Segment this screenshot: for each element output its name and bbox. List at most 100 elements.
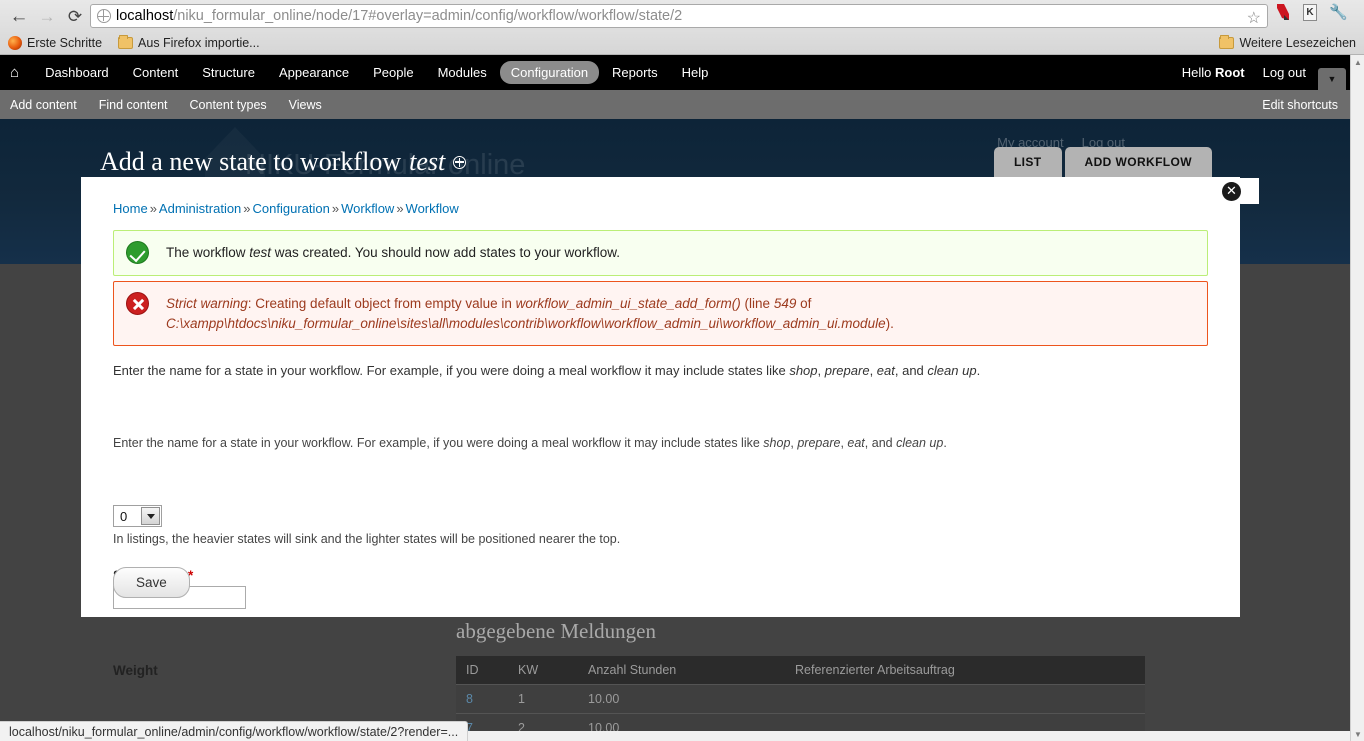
greeting: Hello Root [1182, 65, 1245, 80]
vertical-scrollbar[interactable]: ▲ ▼ [1350, 55, 1364, 741]
weight-select[interactable]: 0 [113, 505, 162, 527]
error-line-number: 549 [773, 296, 797, 311]
bookmark-star-icon[interactable]: ☆ [1247, 8, 1261, 28]
toolbar-item-content[interactable]: Content [122, 61, 190, 84]
state-name-description: Enter the name for a state in your workf… [113, 436, 947, 450]
throbber-icon [453, 155, 467, 169]
tab-add-workflow[interactable]: ADD WORKFLOW [1064, 147, 1212, 178]
url-bar[interactable]: localhost/niku_formular_online/node/17#o… [90, 4, 1268, 28]
check-circle-icon [126, 241, 150, 265]
shortcut-find-content[interactable]: Find content [99, 98, 168, 112]
status-message: The workflow test was created. You shoul… [113, 230, 1208, 276]
breadcrumb-separator: » [149, 201, 157, 216]
column-header-id: ID [456, 656, 508, 685]
cell-hours: 10.00 [578, 684, 785, 714]
error-message-text: Strict warning: Creating default object … [166, 292, 894, 335]
url-path: /niku_formular_online/node/17#overlay=ad… [173, 8, 683, 24]
weight-select-value: 0 [120, 508, 128, 524]
breadcrumb-configuration[interactable]: Configuration [253, 201, 330, 216]
kaspersky-icon[interactable] [1276, 3, 1291, 21]
user-name: Root [1215, 65, 1245, 80]
desc-em-prepare: prepare [797, 436, 841, 450]
tab-list[interactable]: LIST [993, 147, 1062, 178]
bookmarks-bar: Erste Schritte Aus Firefox importie... W… [0, 32, 1364, 54]
bookmark-item[interactable]: Erste Schritte [8, 36, 102, 50]
intro-em-eat: eat [876, 363, 895, 378]
greeting-prefix: Hello [1181, 65, 1216, 80]
column-header-workorder: Referenzierter Arbeitsauftrag [785, 656, 1145, 685]
error-text-c: of [796, 296, 812, 311]
desc-em-cleanup: clean up [896, 436, 944, 450]
back-arrow-icon[interactable]: ← [6, 4, 32, 28]
toolbar-item-appearance[interactable]: Appearance [268, 61, 360, 84]
shortcuts-bar: Add content Find content Content types V… [0, 90, 1350, 119]
other-bookmarks[interactable]: Weitere Lesezeichen [1219, 35, 1356, 50]
table-row: 8 1 10.00 [456, 684, 1145, 714]
status-message-text: The workflow test was created. You shoul… [166, 241, 620, 263]
toolbar-item-dashboard[interactable]: Dashboard [34, 61, 120, 84]
overlay-close-button[interactable]: ✕ [1219, 178, 1259, 204]
wrench-icon[interactable]: 🔧 [1329, 3, 1348, 21]
toolbar-item-structure[interactable]: Structure [191, 61, 266, 84]
browser-nav-row: ← → ⟳ localhost/niku_formular_online/nod… [0, 0, 1364, 32]
page-title-emphasis: test [409, 147, 446, 176]
intro-em-cleanup: clean up [927, 363, 977, 378]
error-file-path: C:\xampp\htdocs\niku_formular_online\sit… [166, 316, 886, 332]
folder-icon [1219, 35, 1235, 49]
shortcut-content-types[interactable]: Content types [190, 98, 267, 112]
breadcrumb-separator: » [331, 201, 340, 216]
desc-em-shop: shop [763, 436, 791, 450]
bookmark-label: Aus Firefox importie... [138, 36, 260, 50]
breadcrumb-administration[interactable]: Administration [159, 201, 241, 216]
breadcrumb-workflow[interactable]: Workflow [341, 201, 394, 216]
error-text-end: ). [885, 316, 894, 332]
admin-toolbar: ⌂ Dashboard Content Structure Appearance… [0, 55, 1350, 90]
home-icon[interactable]: ⌂ [10, 64, 19, 81]
caret-down-icon[interactable] [141, 507, 160, 525]
breadcrumb: Home» Administration» Configuration» Workfl… [113, 201, 459, 216]
toolbar-item-modules[interactable]: Modules [427, 61, 498, 84]
screen: ← → ⟳ localhost/niku_formular_online/nod… [0, 0, 1364, 741]
overlay-dialog: ✕ Home» Administration» Configuration» Work… [81, 177, 1259, 678]
forward-arrow-icon[interactable]: → [34, 4, 60, 28]
shortcut-views[interactable]: Views [289, 98, 322, 112]
bookmark-label: Erste Schritte [27, 36, 103, 50]
error-text-b: (line [740, 296, 774, 311]
logout-link[interactable]: Log out [1263, 65, 1306, 80]
overlay-tabs: LIST ADD WORKFLOW [993, 147, 1212, 178]
weight-label: Weight [113, 663, 158, 678]
bookmark-item[interactable]: Aus Firefox importie... [118, 35, 260, 50]
intro-em-prepare: prepare [824, 363, 870, 378]
desc-em-eat: eat [847, 436, 865, 450]
breadcrumb-workflow-2[interactable]: Workflow [406, 201, 459, 216]
toolbar-item-people[interactable]: People [362, 61, 424, 84]
reload-icon[interactable]: ⟳ [62, 4, 88, 28]
status-text-after: was created. You should now add states t… [271, 245, 621, 260]
desc-a: Enter the name for a state in your workf… [113, 436, 764, 450]
extension-k-icon[interactable]: K [1303, 3, 1317, 21]
background-heading: abgegebene Meldungen [456, 619, 657, 643]
status-bar: localhost/niku_formular_online/admin/con… [0, 721, 469, 741]
close-icon[interactable]: ✕ [1222, 181, 1241, 201]
status-text-before: The workflow [166, 245, 250, 260]
cell-id[interactable]: 8 [456, 684, 508, 714]
scroll-down-icon[interactable]: ▼ [1351, 727, 1364, 741]
edit-shortcuts-link[interactable]: Edit shortcuts [1262, 98, 1338, 112]
column-header-hours: Anzahl Stunden [578, 656, 785, 685]
shortcut-add-content[interactable]: Add content [10, 98, 77, 112]
toolbar-item-configuration[interactable]: Configuration [499, 61, 600, 84]
breadcrumb-home[interactable]: Home [113, 201, 148, 216]
form-intro-text: Enter the name for a state in your workf… [113, 363, 981, 378]
firefox-icon [8, 36, 22, 50]
toolbar-item-help[interactable]: Help [671, 61, 720, 84]
cell-workorder [785, 684, 1145, 714]
save-button[interactable]: Save [113, 567, 190, 598]
intro-em-shop: shop [789, 363, 818, 378]
globe-icon [97, 9, 111, 23]
other-bookmarks-label: Weitere Lesezeichen [1239, 36, 1356, 50]
chevron-down-icon[interactable]: ▼ [1318, 68, 1346, 90]
error-text-a: : Creating default object from empty val… [247, 296, 516, 311]
toolbar-item-reports[interactable]: Reports [601, 61, 669, 84]
page-title: Add a new state to workflow test [100, 147, 467, 177]
scroll-up-icon[interactable]: ▲ [1351, 55, 1364, 69]
